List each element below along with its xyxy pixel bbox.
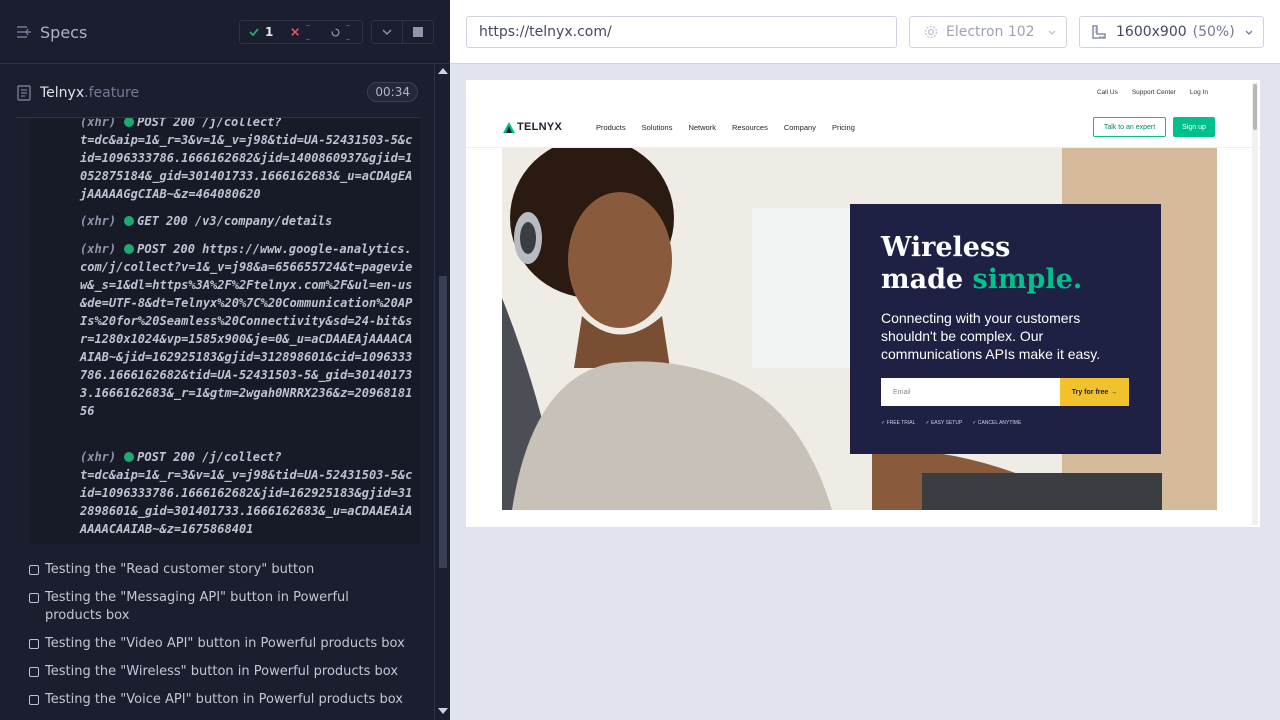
aut-header: https://telnyx.com/ Electron 102 1600x90…	[450, 0, 1280, 64]
site-nav: Products Solutions Network Resources Com…	[596, 123, 855, 132]
runner-controls	[371, 20, 434, 44]
passed-count: 1	[265, 25, 274, 39]
electron-icon	[924, 25, 938, 39]
talk-to-expert-button[interactable]: Talk to an expert	[1093, 117, 1166, 137]
hero-card: Wireless made simple. Connecting with yo…	[850, 204, 1161, 454]
stop-icon	[413, 27, 424, 37]
test-item[interactable]: Testing the "Wireless" button in Powerfu…	[29, 663, 409, 681]
specs-toggle[interactable]: Specs	[16, 20, 87, 44]
log-entry[interactable]: (xhr) POST 200 /j/collect? t=dc&aip=1&_r=…	[80, 118, 416, 203]
scroll-thumb[interactable]	[439, 276, 447, 568]
status-dot-icon	[124, 244, 135, 254]
runner-scrollbar[interactable]	[434, 64, 450, 720]
browser-selector[interactable]: Electron 102	[909, 16, 1067, 48]
pending-count: --	[345, 18, 351, 46]
check-icon	[249, 28, 259, 37]
hero-subtitle: Connecting with your customers shouldn't…	[881, 310, 1101, 362]
document-icon	[17, 85, 31, 101]
aut-scrollbar[interactable]	[1252, 82, 1258, 525]
log-entry[interactable]: (xhr) POST 200 https://www.google-analyti…	[80, 240, 416, 420]
test-runner-panel: Specs 1 -- -- Telnyx .feature 00:34 (xhr…	[0, 0, 450, 720]
app-under-test: Call Us Support Center Log In TELNYX Pro…	[466, 80, 1260, 527]
nav-products[interactable]: Products	[596, 123, 626, 132]
spec-file-ext: .feature	[84, 85, 140, 101]
expand-button[interactable]	[372, 21, 402, 43]
ruler-icon	[1092, 25, 1106, 39]
spec-duration: 00:34	[367, 82, 418, 102]
sign-up-button[interactable]: Sign up	[1173, 117, 1215, 137]
nav-pricing[interactable]: Pricing	[832, 123, 855, 132]
hero-heading: Wireless made simple.	[881, 232, 1083, 295]
x-icon	[291, 28, 300, 36]
checkbox-icon	[29, 639, 39, 649]
url-input[interactable]: https://telnyx.com/	[466, 16, 897, 48]
chevron-down-icon	[1048, 30, 1056, 35]
runner-header: Specs 1 -- --	[0, 0, 450, 64]
log-in-link[interactable]: Log In	[1190, 89, 1208, 96]
nav-resources[interactable]: Resources	[732, 123, 768, 132]
checkbox-icon	[29, 565, 39, 575]
spec-file-header[interactable]: Telnyx .feature 00:34	[16, 78, 420, 108]
viewport-selector[interactable]: 1600x900 (50%)	[1079, 16, 1264, 48]
site-topbar: Call Us Support Center Log In	[1097, 89, 1208, 96]
checkbox-icon	[29, 695, 39, 705]
command-log: (xhr) POST 200 /j/collect? t=dc&aip=1&_r=…	[30, 118, 420, 544]
spinner-icon	[331, 27, 340, 36]
email-input[interactable]: Email	[881, 378, 1060, 406]
badge-cancel-anytime: ✓ CANCEL ANYTIME	[972, 420, 1022, 426]
nav-solutions[interactable]: Solutions	[642, 123, 673, 132]
telnyx-logo[interactable]: TELNYX	[503, 121, 562, 133]
specs-title: Specs	[40, 22, 88, 42]
log-entry[interactable]: (xhr) GET 200 /v3/company/details	[80, 212, 416, 230]
test-item[interactable]: Testing the "Voice API" button in Powerf…	[29, 691, 409, 709]
scroll-up-icon[interactable]	[438, 68, 448, 74]
test-stats: 1 -- --	[239, 18, 363, 46]
try-for-free-button[interactable]: Try for free →	[1060, 378, 1129, 406]
aut-scroll-thumb[interactable]	[1253, 84, 1257, 130]
badge-free-trial: ✓ FREE TRIAL	[881, 420, 916, 426]
pending-stat: --	[322, 18, 362, 46]
menu-lines-icon	[17, 26, 31, 38]
chevron-down-icon	[1245, 30, 1253, 35]
log-entry[interactable]: (xhr) POST 200 /j/collect? t=dc&aip=1&_r=…	[80, 448, 416, 538]
call-us-link[interactable]: Call Us	[1097, 89, 1118, 96]
failed-count: --	[305, 18, 310, 46]
badge-easy-setup: ✓ EASY SETUP	[925, 420, 963, 426]
status-dot-icon	[124, 452, 135, 462]
viewport-scale: (50%)	[1192, 24, 1235, 40]
checkbox-icon	[29, 667, 39, 677]
spec-file-name: Telnyx	[40, 85, 85, 101]
status-dot-icon	[124, 216, 135, 226]
nav-company[interactable]: Company	[784, 123, 816, 132]
hero-section: Wireless made simple. Connecting with yo…	[502, 148, 1217, 510]
nav-network[interactable]: Network	[688, 123, 716, 132]
support-center-link[interactable]: Support Center	[1132, 89, 1176, 96]
scroll-down-icon[interactable]	[438, 708, 448, 714]
viewport-size: 1600x900	[1116, 24, 1187, 40]
passed-stat: 1	[240, 21, 282, 43]
checkbox-icon	[29, 593, 39, 603]
stop-button[interactable]	[402, 21, 433, 43]
hero-badges: ✓ FREE TRIAL ✓ EASY SETUP ✓ CANCEL ANYTI…	[881, 420, 1021, 426]
test-item[interactable]: Testing the "Messaging API" button in Po…	[29, 589, 409, 625]
status-dot-icon	[124, 118, 135, 127]
browser-label: Electron 102	[946, 24, 1035, 40]
test-item[interactable]: Testing the "Read customer story" button	[29, 561, 409, 579]
chevron-down-icon	[382, 29, 392, 35]
telnyx-logo-icon	[503, 121, 515, 133]
failed-stat: --	[282, 18, 321, 46]
test-item[interactable]: Testing the "Video API" button in Powerf…	[29, 635, 409, 653]
